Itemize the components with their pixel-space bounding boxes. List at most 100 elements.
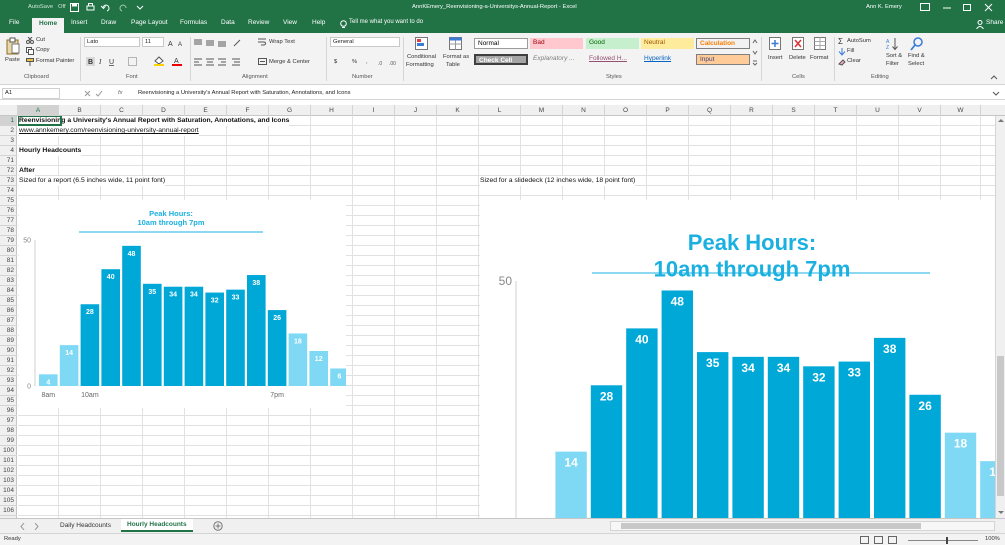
cell-a4-heading[interactable]: Hourly Headcounts [19,146,82,156]
delete-cells-button[interactable]: Delete [789,55,806,61]
paste-icon[interactable] [6,37,20,55]
column-header-r[interactable]: R [731,105,773,116]
cell-a73-note[interactable]: Sized for a report (6.5 inches wide, 11 … [19,176,166,186]
find-select-line2[interactable]: Select [908,61,924,67]
row-header-94[interactable]: 94 [0,386,17,396]
column-header-a[interactable]: A [18,105,59,116]
find-select-line1[interactable]: Find & [908,53,925,59]
worksheet-grid[interactable]: Reenvisioning a University's Annual Repo… [18,116,995,518]
row-header-88[interactable]: 88 [0,326,17,336]
column-header-f[interactable]: F [227,105,269,116]
vertical-scrollbar[interactable] [995,116,1005,518]
format-cells-button[interactable]: Format [810,55,828,61]
select-all-corner[interactable] [0,105,18,116]
column-header-o[interactable]: O [605,105,647,116]
row-header-89[interactable]: 89 [0,336,17,346]
style-bad[interactable]: Bad [530,38,583,49]
row-header-102[interactable]: 102 [0,466,17,476]
row-header-80[interactable]: 80 [0,246,17,256]
tab-help[interactable]: Help [312,19,325,26]
row-header-71[interactable]: 71 [0,156,17,166]
horizontal-scroll-thumb[interactable] [621,523,921,529]
decimal-icons[interactable]: .0 .00 [378,58,400,66]
row-header-99[interactable]: 99 [0,436,17,446]
clear-button[interactable]: Clear [847,58,861,64]
row-header-100[interactable]: 100 [0,446,17,456]
autosave-label[interactable]: AutoSave [28,4,53,10]
row-header-86[interactable]: 86 [0,306,17,316]
style-explanatory[interactable]: Explanatory ... [530,54,583,65]
paste-button[interactable]: Paste [5,57,20,63]
row-header-98[interactable]: 98 [0,426,17,436]
ribbon-display-icon[interactable] [920,3,930,12]
customize-toolbar-icon[interactable] [136,3,144,12]
sort-filter-line2[interactable]: Filter [886,61,899,67]
row-header-3[interactable]: 3 [0,136,17,146]
horizontal-align-icons[interactable] [194,58,248,66]
autosum-button[interactable]: AutoSum [847,38,871,44]
sheet-tab-hourly[interactable]: Hourly Headcounts [121,519,193,532]
row-header-87[interactable]: 87 [0,316,17,326]
horizontal-scrollbar[interactable] [610,521,995,531]
row-header-78[interactable]: 78 [0,226,17,236]
cell-a2-link[interactable]: www.annkemery.com/reenvisioning-universi… [19,126,199,136]
sort-filter-line1[interactable]: Sort & [886,53,902,59]
save-icon[interactable] [70,3,79,12]
currency-button[interactable]: $ [334,59,337,65]
row-header-85[interactable]: 85 [0,296,17,306]
collapse-ribbon-icon[interactable] [990,74,998,80]
row-header-83[interactable]: 83 [0,276,17,286]
row-header-79[interactable]: 79 [0,236,17,246]
print-icon[interactable] [86,3,95,12]
style-check-cell[interactable]: Check Cell [474,54,528,65]
row-header-4[interactable]: 4 [0,146,17,156]
tab-insert[interactable]: Insert [71,19,87,26]
bold-italic-underline-icons[interactable]: BIU [86,57,118,66]
column-header-b[interactable]: B [59,105,101,116]
row-header-97[interactable]: 97 [0,416,17,426]
column-header-t[interactable]: T [815,105,857,116]
autosave-state[interactable]: Off [58,4,66,10]
column-header-s[interactable]: S [773,105,815,116]
vertical-align-icons[interactable] [194,39,256,47]
tab-page-layout[interactable]: Page Layout [131,19,168,26]
font-size-box[interactable]: 11 [142,37,164,47]
row-header-92[interactable]: 92 [0,366,17,376]
row-header-103[interactable]: 103 [0,476,17,486]
zoom-slider-thumb[interactable] [946,537,948,544]
format-as-table-line2[interactable]: Table [446,62,460,68]
row-header-82[interactable]: 82 [0,266,17,276]
undo-icon[interactable] [101,3,111,12]
tab-formulas[interactable]: Formulas [180,19,207,26]
zoom-slider[interactable] [908,540,978,541]
style-input[interactable]: Input [696,54,750,65]
style-hyperlink[interactable]: Hyperlink [641,54,694,65]
scroll-up-icon[interactable] [998,118,1004,123]
column-header-w[interactable]: W [941,105,981,116]
row-header-2[interactable]: 2 [0,126,17,136]
fill-button[interactable]: Fill [847,48,854,54]
name-box[interactable]: A1 [2,88,60,99]
tab-home[interactable]: Home [32,18,65,33]
row-header-76[interactable]: 76 [0,206,17,216]
column-header-m[interactable]: M [521,105,563,116]
add-sheet-icon[interactable] [213,521,223,531]
row-header-84[interactable]: 84 [0,286,17,296]
font-name-box[interactable]: Lato [84,37,140,47]
column-header-q[interactable]: Q [689,105,731,116]
row-header-105[interactable]: 105 [0,496,17,506]
share-icon[interactable] [976,20,984,29]
column-header-n[interactable]: N [563,105,605,116]
column-header-u[interactable]: U [857,105,899,116]
font-size-grow-shrink-icon[interactable]: AA [168,39,188,47]
row-header-95[interactable]: 95 [0,396,17,406]
row-header-104[interactable]: 104 [0,486,17,496]
percent-button[interactable]: % [352,59,357,65]
zoom-level[interactable]: 100% [985,536,1000,542]
row-header-73[interactable]: 73 [0,176,17,186]
format-as-table-line1[interactable]: Format as [443,54,469,60]
report-chart[interactable]: Peak Hours: 10am through 7pm 0 50 4 14 28 40 48 3… [19,200,346,408]
sheet-nav-arrows-icon[interactable] [20,523,40,530]
number-format-box[interactable]: General [330,37,400,47]
column-header-d[interactable]: D [143,105,185,116]
